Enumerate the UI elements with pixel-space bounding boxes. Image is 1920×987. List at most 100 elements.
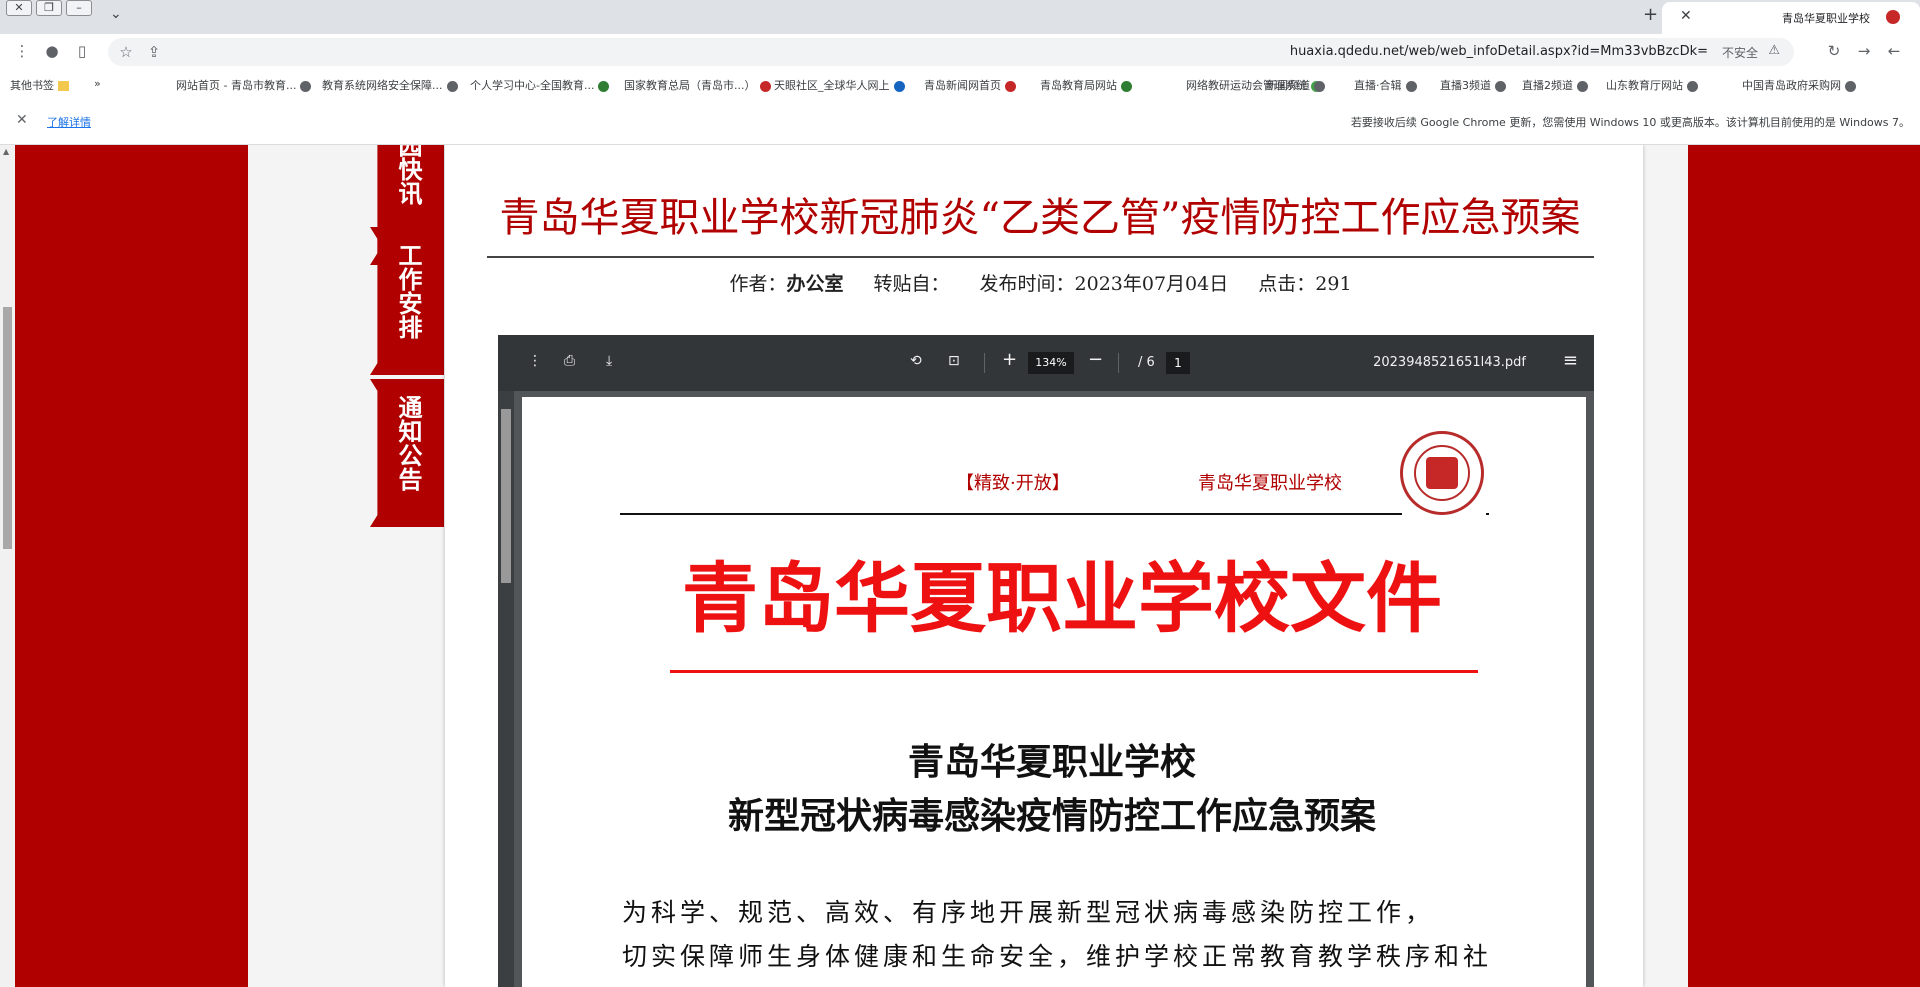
document-title: 青岛华夏职业学校文件 — [682, 554, 1442, 643]
pdf-filename: 2023948521651l43.pdf — [1373, 355, 1526, 370]
zoom-out-icon[interactable]: − — [1088, 349, 1103, 370]
globe-icon — [300, 80, 312, 92]
right-red-band — [1688, 145, 1920, 987]
document-body-line: 为科学、规范、高效、有序地开展新型冠状病毒感染防控工作， — [622, 898, 1435, 927]
download-icon[interactable]: ⤓ — [606, 353, 612, 369]
globe-icon — [1314, 80, 1325, 92]
scroll-up-icon[interactable]: ▲ — [3, 147, 9, 156]
bookmark-item[interactable]: 直播2频道 — [1522, 77, 1588, 93]
page-viewport: ▲ 园快讯 工作安排 通知公告 青岛华夏职业学校新冠肺炎“乙类乙管”疫情防控工作… — [0, 145, 1920, 987]
globe-icon — [446, 80, 458, 92]
back-icon[interactable]: ← — [1884, 42, 1904, 60]
fit-page-icon[interactable]: ⊡ — [948, 353, 960, 369]
tv-icon — [1495, 80, 1506, 92]
article-title: 青岛华夏职业学校新冠肺炎“乙类乙管”疫情防控工作应急预案 — [499, 195, 1581, 241]
pdf-more-icon[interactable]: ⋮ — [528, 353, 542, 369]
side-panel-icon[interactable]: ▯ — [72, 42, 92, 60]
bookmark-item[interactable]: 个人学习中心-全国教育... — [470, 77, 610, 93]
forward-icon[interactable]: → — [1854, 42, 1874, 60]
left-red-band — [15, 145, 248, 987]
leaf-icon — [598, 80, 610, 92]
tab-close-icon[interactable]: ✕ — [1680, 8, 1692, 24]
learn-more-link[interactable]: 了解详情 — [47, 114, 91, 130]
print-icon[interactable]: ⎙ — [564, 353, 575, 369]
toolbar-divider — [1118, 353, 1119, 373]
school-seal-icon — [1400, 431, 1484, 515]
pdf-page: 青岛华夏职业学校 【精致·开放】 青岛华夏职业学校文件 青岛华夏职业学校 新型冠… — [522, 397, 1586, 987]
tv-icon — [1405, 80, 1417, 92]
document-body-line: 切实保障师生身体健康和生命安全，维护学校正常教育教学秩序和社 — [622, 942, 1493, 971]
document-subtitle-2: 新型冠状病毒感染疫情防控工作应急预案 — [727, 795, 1376, 837]
profile-icon[interactable]: ● — [42, 42, 62, 60]
bookmark-star-icon[interactable]: ☆ — [116, 43, 136, 61]
close-window-button[interactable]: ✕ — [6, 0, 32, 16]
edu-icon — [1121, 80, 1132, 92]
share-icon[interactable]: ⇪ — [144, 43, 164, 61]
letterhead-rule — [620, 513, 1402, 515]
pdf-scrollbar[interactable] — [498, 391, 514, 987]
pdf-menu-icon[interactable]: ≡ — [1563, 350, 1578, 371]
bookmark-item[interactable]: 青岛新闻网首页 — [924, 77, 1016, 93]
sidebar-tab-work[interactable]: 工作安排 — [370, 227, 444, 375]
reload-icon[interactable]: ↻ — [1824, 42, 1844, 60]
tv-icon — [1577, 80, 1588, 92]
new-tab-button[interactable]: + — [1643, 4, 1658, 25]
browser-toolbar: ⋮ ● ▯ ☆ ⇪ huaxia.qdedu.net/web/web_infoD… — [0, 34, 1920, 70]
meta-author: 办公室 — [786, 273, 844, 295]
globe-icon — [1687, 80, 1698, 92]
bookmark-item[interactable]: 网站首页 - 青岛市教育... — [176, 77, 312, 93]
bookmark-item[interactable]: 青岛教育局网站 — [1040, 77, 1132, 93]
tab-search-icon[interactable]: ⌄ — [110, 6, 122, 22]
rotate-icon[interactable]: ⟲ — [910, 353, 922, 369]
letterhead-motto: 【精致·开放】 — [956, 473, 1070, 494]
document-subtitle-1: 青岛华夏职业学校 — [907, 741, 1196, 783]
folder-icon — [57, 81, 69, 91]
update-infobar: ✕ 了解详情 若要接收后续 Google Chrome 更新，您需使用 Wind… — [0, 98, 1920, 145]
article-meta: 作者：办公室 转贴自： 发布时间：2023年07月04日 点击：291 — [729, 273, 1352, 295]
meta-clicks: 291 — [1315, 273, 1352, 295]
meta-time: 2023年07月04日 — [1074, 273, 1229, 295]
browser-tab[interactable]: ✕ 青岛华夏职业学校 — [1662, 2, 1920, 34]
minimize-window-button[interactable]: – — [66, 0, 92, 16]
infobar-message: 若要接收后续 Google Chrome 更新，您需使用 Windows 10 … — [1350, 116, 1910, 129]
page-scrollbar-thumb[interactable] — [3, 307, 12, 549]
tab-title: 青岛华夏职业学校 — [1782, 12, 1870, 25]
bookmark-item[interactable]: 教育系统网络安全保障... — [322, 77, 458, 93]
pdf-toolbar: ≡ 2023948521651l43.pdf 1 / 6 − 134% + ⊡ … — [498, 335, 1594, 391]
pdf-page-total: / 6 — [1138, 355, 1155, 370]
site-favicon-icon — [1886, 10, 1900, 24]
infobar-close-icon[interactable]: ✕ — [16, 112, 28, 128]
bookmark-item[interactable]: 天眼社区_全球华人网上 — [774, 77, 905, 93]
sidebar-tab-notices[interactable]: 通知公告 — [370, 379, 444, 527]
more-menu-icon[interactable]: ⋮ — [12, 42, 32, 60]
security-label[interactable]: 不安全 — [1722, 44, 1758, 61]
page-scrollbar[interactable]: ▲ — [0, 145, 15, 987]
toolbar-divider — [984, 353, 985, 373]
address-bar[interactable]: ☆ ⇪ huaxia.qdedu.net/web/web_infoDetail.… — [108, 38, 1794, 66]
bookmarks-more[interactable]: » — [94, 77, 101, 90]
restore-window-button[interactable]: ❐ — [36, 0, 62, 16]
bookmarks-bar: 其他书签 » 网站首页 - 青岛市教育... 教育系统网络安全保障... 个人学… — [0, 70, 1920, 98]
document-title-rule — [670, 670, 1478, 673]
bookmark-item[interactable]: 新闻频道 — [1266, 77, 1325, 93]
bookmark-item[interactable]: 直播3频道 — [1440, 77, 1506, 93]
globe-icon — [1845, 80, 1856, 92]
globe-icon — [893, 80, 905, 92]
pdf-page-input[interactable]: 1 — [1166, 352, 1190, 374]
bookmark-item[interactable]: 中国青岛政府采购网 — [1742, 77, 1856, 93]
other-bookmarks[interactable]: 其他书签 — [10, 77, 69, 93]
url-text[interactable]: huaxia.qdedu.net/web/web_infoDetail.aspx… — [1290, 44, 1708, 59]
warning-icon[interactable]: ⚠ — [1768, 43, 1780, 58]
tab-strip: ✕ ❐ – ⌄ + ✕ 青岛华夏职业学校 — [0, 0, 1920, 34]
letterhead-school: 青岛华夏职业学校 — [1198, 473, 1342, 494]
emblem-icon — [759, 80, 771, 92]
bookmark-item[interactable]: 山东教育厅网站 — [1606, 77, 1698, 93]
bookmark-item[interactable]: 直播·合辑 — [1354, 77, 1417, 93]
bookmark-item[interactable]: 国家教育总局（青岛市...） — [624, 77, 771, 93]
zoom-in-icon[interactable]: + — [1002, 349, 1017, 370]
title-divider — [487, 256, 1594, 258]
pdf-scrollbar-thumb[interactable] — [501, 409, 511, 583]
news-icon — [1005, 80, 1016, 92]
pdf-viewer[interactable]: ≡ 2023948521651l43.pdf 1 / 6 − 134% + ⊡ … — [498, 335, 1594, 987]
pdf-zoom-input[interactable]: 134% — [1028, 352, 1074, 374]
